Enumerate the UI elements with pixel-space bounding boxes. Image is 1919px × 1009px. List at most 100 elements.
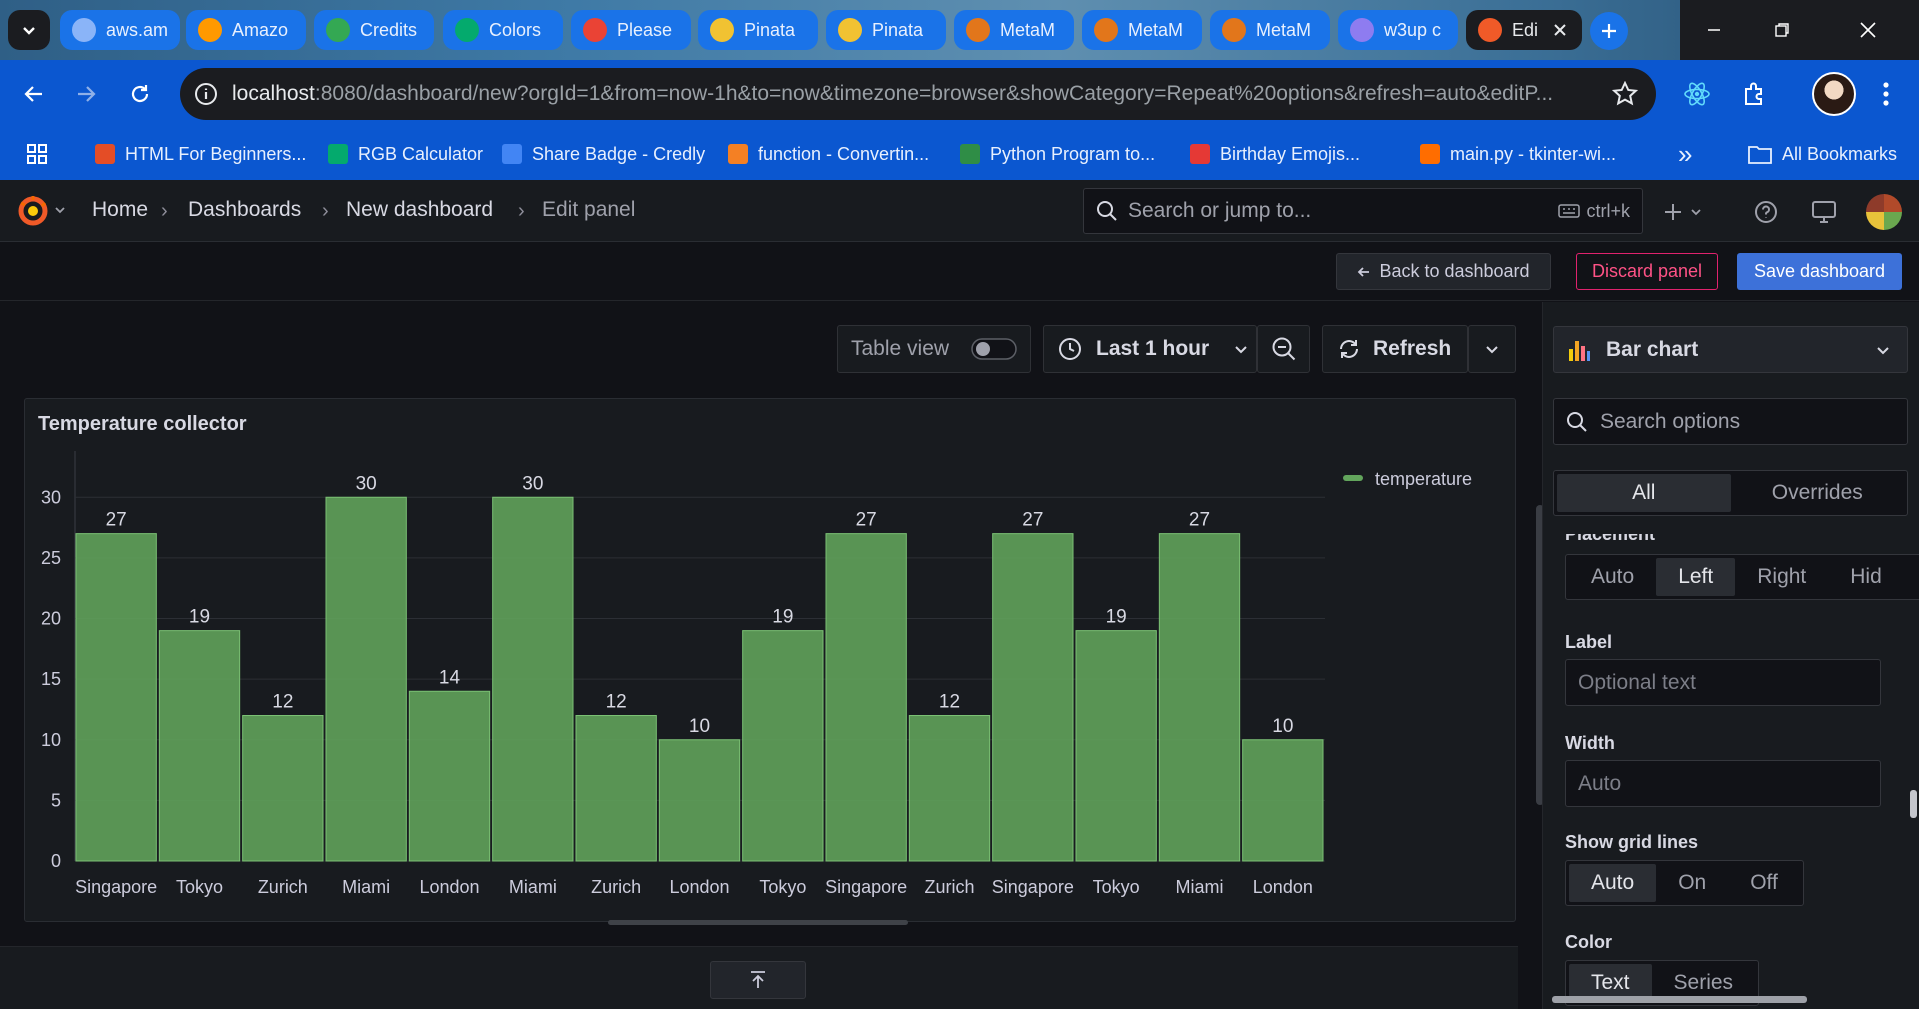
bookmarks-overflow-button[interactable]: » <box>1678 138 1693 169</box>
visualization-picker[interactable]: Bar chart <box>1553 326 1908 373</box>
placement-option-auto[interactable]: Auto <box>1569 558 1656 596</box>
grid-option-off[interactable]: Off <box>1728 864 1800 902</box>
time-range-picker[interactable]: Last 1 hour <box>1043 325 1257 373</box>
chart-horizontal-scrollbar[interactable] <box>608 920 908 925</box>
breadcrumb-home[interactable]: Home <box>92 198 148 222</box>
react-icon <box>1684 82 1710 106</box>
plus-chevron-icon <box>1665 204 1701 220</box>
chart-bar <box>325 496 407 862</box>
chart-bar <box>742 630 824 862</box>
restore-button[interactable] <box>1748 0 1816 60</box>
user-avatar[interactable] <box>1866 194 1902 230</box>
zoom-out-button[interactable] <box>1257 325 1310 373</box>
tab-label: Pinata <box>872 19 924 40</box>
bar-value-label: 30 <box>356 473 377 494</box>
browser-tab[interactable]: Edi <box>1466 10 1582 50</box>
all-bookmarks-button[interactable]: All Bookmarks <box>1748 140 1897 168</box>
metamask-icon <box>966 18 990 42</box>
placement-option-hidden[interactable]: Hid <box>1828 558 1882 596</box>
bookmark-label: HTML For Beginners... <box>125 143 307 164</box>
new-tab-button[interactable] <box>1590 12 1628 50</box>
bookmark-item[interactable]: Share Badge - Credly <box>502 140 705 168</box>
placement-option-right[interactable]: Right <box>1735 558 1828 596</box>
refresh-interval-dropdown[interactable] <box>1468 325 1516 373</box>
browser-tab[interactable]: MetaM <box>1082 10 1202 50</box>
bar-value-label: 30 <box>522 473 543 494</box>
browser-menu-button[interactable] <box>1868 76 1904 112</box>
bookmark-item[interactable]: HTML For Beginners... <box>95 140 306 168</box>
chart-bar <box>825 533 907 862</box>
width-input[interactable]: Auto <box>1565 760 1881 807</box>
tab-all[interactable]: All <box>1557 474 1731 512</box>
tab-label: w3up c <box>1384 19 1442 40</box>
new-menu-button[interactable] <box>1660 196 1710 228</box>
arrow-up-to-line-icon <box>751 971 765 988</box>
close-icon <box>1859 22 1876 38</box>
bookmark-item[interactable]: function - Convertin... <box>728 140 929 168</box>
bookmark-favicon-icon <box>95 144 115 164</box>
table-view-toggle[interactable]: Table view <box>837 325 1031 373</box>
browser-tab[interactable]: MetaM <box>954 10 1074 50</box>
browser-tab[interactable]: Pinata <box>826 10 946 50</box>
discard-panel-button[interactable]: Discard panel <box>1576 253 1718 290</box>
browser-tab[interactable]: Credits <box>314 10 434 50</box>
tab-overrides[interactable]: Overrides <box>1731 474 1905 512</box>
x-tick-label: Singapore <box>825 877 907 897</box>
bookmark-item[interactable]: Birthday Emojis... <box>1190 140 1360 168</box>
apps-button[interactable] <box>26 140 48 168</box>
bar-value-label: 12 <box>272 692 293 713</box>
profile-avatar[interactable] <box>1812 72 1856 116</box>
show-grid-lines-label: Show grid lines <box>1565 832 1699 852</box>
bar-value-label: 27 <box>106 510 127 531</box>
x-tick-label: London <box>1253 877 1313 897</box>
minimize-button[interactable] <box>1680 0 1748 60</box>
breadcrumb-dashboards[interactable]: Dashboards <box>188 198 301 222</box>
browser-tab[interactable]: aws.am <box>60 10 180 50</box>
browser-tab[interactable]: w3up c <box>1338 10 1458 50</box>
back-button[interactable] <box>14 74 54 114</box>
close-window-button[interactable] <box>1816 0 1919 60</box>
bookmark-favicon-icon <box>960 144 980 164</box>
browser-tab[interactable]: Colors <box>443 10 563 50</box>
grafana-search-input[interactable]: Search or jump to... ctrl+k <box>1083 188 1643 234</box>
react-devtools-button[interactable] <box>1679 76 1715 112</box>
refresh-button[interactable]: Refresh <box>1322 325 1468 373</box>
help-button[interactable] <box>1750 196 1782 228</box>
expand-query-editor-button[interactable] <box>710 961 806 999</box>
x-tick-label: Zurich <box>591 877 641 897</box>
bookmark-item[interactable]: main.py - tkinter-wi... <box>1420 140 1616 168</box>
address-bar[interactable]: localhost:8080/dashboard/new?orgId=1&fro… <box>180 68 1656 120</box>
legend-label[interactable]: temperature <box>1375 469 1472 489</box>
chevron-down-icon <box>23 27 35 35</box>
save-dashboard-button[interactable]: Save dashboard <box>1737 253 1902 290</box>
x-tick-label: London <box>669 877 729 897</box>
back-to-dashboard-button[interactable]: Back to dashboard <box>1336 253 1551 290</box>
grafana-home-button[interactable] <box>16 194 70 228</box>
options-horizontal-scrollbar[interactable] <box>1552 996 1807 1003</box>
label-input[interactable]: Optional text <box>1565 659 1881 706</box>
kiosk-mode-button[interactable] <box>1808 196 1840 228</box>
browser-tab[interactable]: Amazo <box>186 10 306 50</box>
placement-option-left[interactable]: Left <box>1656 558 1736 596</box>
browser-tab[interactable]: Pinata <box>698 10 818 50</box>
close-tab-icon[interactable] <box>1548 18 1572 42</box>
bar-value-label: 10 <box>1272 716 1293 737</box>
reload-button[interactable] <box>120 74 160 114</box>
bookmark-item[interactable]: RGB Calculator <box>328 140 483 168</box>
x-tick-label: Miami <box>1176 877 1224 897</box>
site-info-icon[interactable] <box>194 82 218 106</box>
star-icon[interactable] <box>1612 81 1638 107</box>
options-vertical-scrollbar[interactable] <box>1910 790 1917 818</box>
forward-button[interactable] <box>66 74 106 114</box>
tab-search-button[interactable] <box>8 10 50 50</box>
overflow-label: » <box>1678 138 1693 169</box>
search-options-input[interactable]: Search options <box>1553 398 1908 445</box>
extensions-button[interactable] <box>1736 76 1772 112</box>
breadcrumb-new-dashboard[interactable]: New dashboard <box>346 198 493 222</box>
grid-option-on[interactable]: On <box>1656 864 1728 902</box>
browser-tab[interactable]: Please <box>571 10 691 50</box>
toggle-switch-icon[interactable] <box>971 336 1019 362</box>
browser-tab[interactable]: MetaM <box>1210 10 1330 50</box>
grid-option-auto[interactable]: Auto <box>1569 864 1657 902</box>
bookmark-item[interactable]: Python Program to... <box>960 140 1155 168</box>
